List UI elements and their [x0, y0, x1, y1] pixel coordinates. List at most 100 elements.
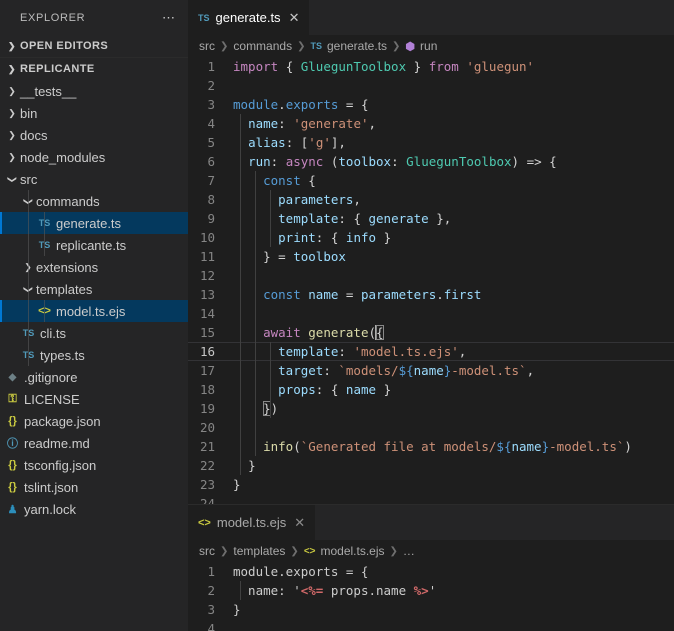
tree-item-label: types.ts [40, 348, 85, 363]
line-number: 20 [188, 418, 232, 437]
typescript-icon: TS [198, 13, 210, 23]
code-line[interactable]: 13 const name = parameters.first [188, 285, 674, 304]
code-text: alias: ['g'], [232, 133, 346, 152]
code-line[interactable]: 12 [188, 266, 674, 285]
tree-item-tsconfig-json[interactable]: {}tsconfig.json [0, 454, 188, 476]
tree-item-node-modules[interactable]: ❯node_modules [0, 146, 188, 168]
tab-bar-top: TS generate.ts ✕ [188, 0, 674, 35]
sidebar-section-replicante[interactable]: ❯ REPLICANTE [0, 58, 188, 80]
sidebar-section-label: OPEN EDITORS [20, 40, 108, 52]
code-line[interactable]: 3module.exports = { [188, 95, 674, 114]
code-line[interactable]: 3} [188, 600, 674, 619]
close-icon[interactable]: ✕ [289, 11, 300, 24]
json-icon: {} [4, 459, 21, 471]
code-text: module.exports = { [232, 562, 368, 581]
tree-item-license[interactable]: ⚿LICENSE [0, 388, 188, 410]
tree-item-label: package.json [24, 414, 101, 429]
indent-guide [270, 342, 271, 418]
tree-item-label: commands [36, 194, 100, 209]
close-icon[interactable]: ✕ [294, 516, 305, 529]
tree-item-label: docs [20, 128, 47, 143]
chevron-down-icon: ❯ [7, 171, 18, 187]
code-line[interactable]: 1import { GluegunToolbox } from 'gluegun… [188, 57, 674, 76]
code-line[interactable]: 17 target: `models/${name}-model.ts`, [188, 361, 674, 380]
indent-guide [240, 114, 241, 475]
code-text: } = toolbox [232, 247, 346, 266]
tree-item-tests[interactable]: ❯__tests__ [0, 80, 188, 102]
code-line[interactable]: 10 print: { info } [188, 228, 674, 247]
code-line[interactable]: 20 [188, 418, 674, 437]
code-line[interactable]: 11 } = toolbox [188, 247, 674, 266]
chevron-right-icon: ❯ [4, 41, 20, 52]
code-line[interactable]: 15 await generate({ [188, 323, 674, 342]
code-line[interactable]: 18 props: { name } [188, 380, 674, 399]
code-line[interactable]: 1module.exports = { [188, 562, 674, 581]
symbol-method-icon: ⬢ [405, 40, 415, 53]
code-text: } [232, 456, 256, 475]
code-line[interactable]: 22 } [188, 456, 674, 475]
line-number: 17 [188, 361, 232, 380]
chevron-down-icon: ❯ [4, 64, 20, 75]
info-icon: ⓘ [4, 435, 21, 451]
breadcrumb-item[interactable]: run [420, 39, 437, 53]
tab-label: generate.ts [216, 10, 281, 25]
code-file-icon: <> [304, 546, 316, 557]
tree-item-readme-md[interactable]: ⓘreadme.md [0, 432, 188, 454]
tree-item-docs[interactable]: ❯docs [0, 124, 188, 146]
code-line[interactable]: 5 alias: ['g'], [188, 133, 674, 152]
tab-model-ts-ejs[interactable]: <> model.ts.ejs ✕ [188, 505, 316, 540]
breadcrumb-item[interactable]: commands [233, 39, 292, 53]
breadcrumb-item[interactable]: model.ts.ejs [321, 544, 385, 558]
code-line[interactable]: 21 info(`Generated file at models/${name… [188, 437, 674, 456]
sidebar-section-open-editors[interactable]: ❯ OPEN EDITORS [0, 35, 188, 58]
tree-item-label: generate.ts [56, 216, 121, 231]
line-number: 11 [188, 247, 232, 266]
code-line[interactable]: 9 template: { generate }, [188, 209, 674, 228]
file-tree: ❯__tests__❯bin❯docs❯node_modules❯src❯ com… [0, 80, 188, 631]
tree-item-gitignore[interactable]: ◆.gitignore [0, 366, 188, 388]
code-line[interactable]: 24 [188, 494, 674, 504]
code-line[interactable]: 2 [188, 76, 674, 95]
code-editor-top[interactable]: 1import { GluegunToolbox } from 'gluegun… [188, 57, 674, 504]
breadcrumb-item[interactable]: src [199, 544, 215, 558]
code-line[interactable]: 23} [188, 475, 674, 494]
ellipsis-icon[interactable]: ⋯ [162, 14, 176, 22]
code-text [232, 76, 233, 95]
breadcrumb-item[interactable]: src [199, 39, 215, 53]
line-number: 2 [188, 76, 232, 95]
tree-item-tslint-json[interactable]: {}tslint.json [0, 476, 188, 498]
code-line[interactable]: 16 template: 'model.ts.ejs', [188, 342, 674, 361]
line-number: 3 [188, 95, 232, 114]
line-number: 24 [188, 494, 232, 504]
breadcrumb-item[interactable]: generate.ts [327, 39, 387, 53]
code-line[interactable]: 4 name: 'generate', [188, 114, 674, 133]
tree-item-yarn-lock[interactable]: ♟yarn.lock [0, 498, 188, 520]
line-number: 21 [188, 437, 232, 456]
chevron-right-icon: ❯ [297, 41, 305, 52]
code-line[interactable]: 4 [188, 619, 674, 631]
line-number: 22 [188, 456, 232, 475]
code-line[interactable]: 6 run: async (toolbox: GluegunToolbox) =… [188, 152, 674, 171]
code-text [232, 266, 233, 285]
line-number: 18 [188, 380, 232, 399]
typescript-icon: TS [310, 41, 322, 51]
yarn-icon: ♟ [4, 503, 21, 516]
breadcrumb-item[interactable]: templates [233, 544, 285, 558]
tree-item-src[interactable]: ❯src [0, 168, 188, 190]
code-line[interactable]: 8 parameters, [188, 190, 674, 209]
tree-item-bin[interactable]: ❯bin [0, 102, 188, 124]
sidebar-section-label: REPLICANTE [20, 63, 95, 75]
code-line[interactable]: 19 }) [188, 399, 674, 418]
line-number: 8 [188, 190, 232, 209]
breadcrumb-item[interactable]: … [403, 544, 415, 558]
code-text: module.exports = { [232, 95, 369, 114]
tree-item-label: tslint.json [24, 480, 78, 495]
code-text [232, 418, 233, 437]
code-line[interactable]: 2 name: '<%= props.name %>' [188, 581, 674, 600]
code-editor-bottom[interactable]: 1module.exports = {2 name: '<%= props.na… [188, 562, 674, 631]
line-number: 7 [188, 171, 232, 190]
tab-generate-ts[interactable]: TS generate.ts ✕ [188, 0, 310, 35]
code-line[interactable]: 14 [188, 304, 674, 323]
code-line[interactable]: 7 const { [188, 171, 674, 190]
tree-item-package-json[interactable]: {}package.json [0, 410, 188, 432]
